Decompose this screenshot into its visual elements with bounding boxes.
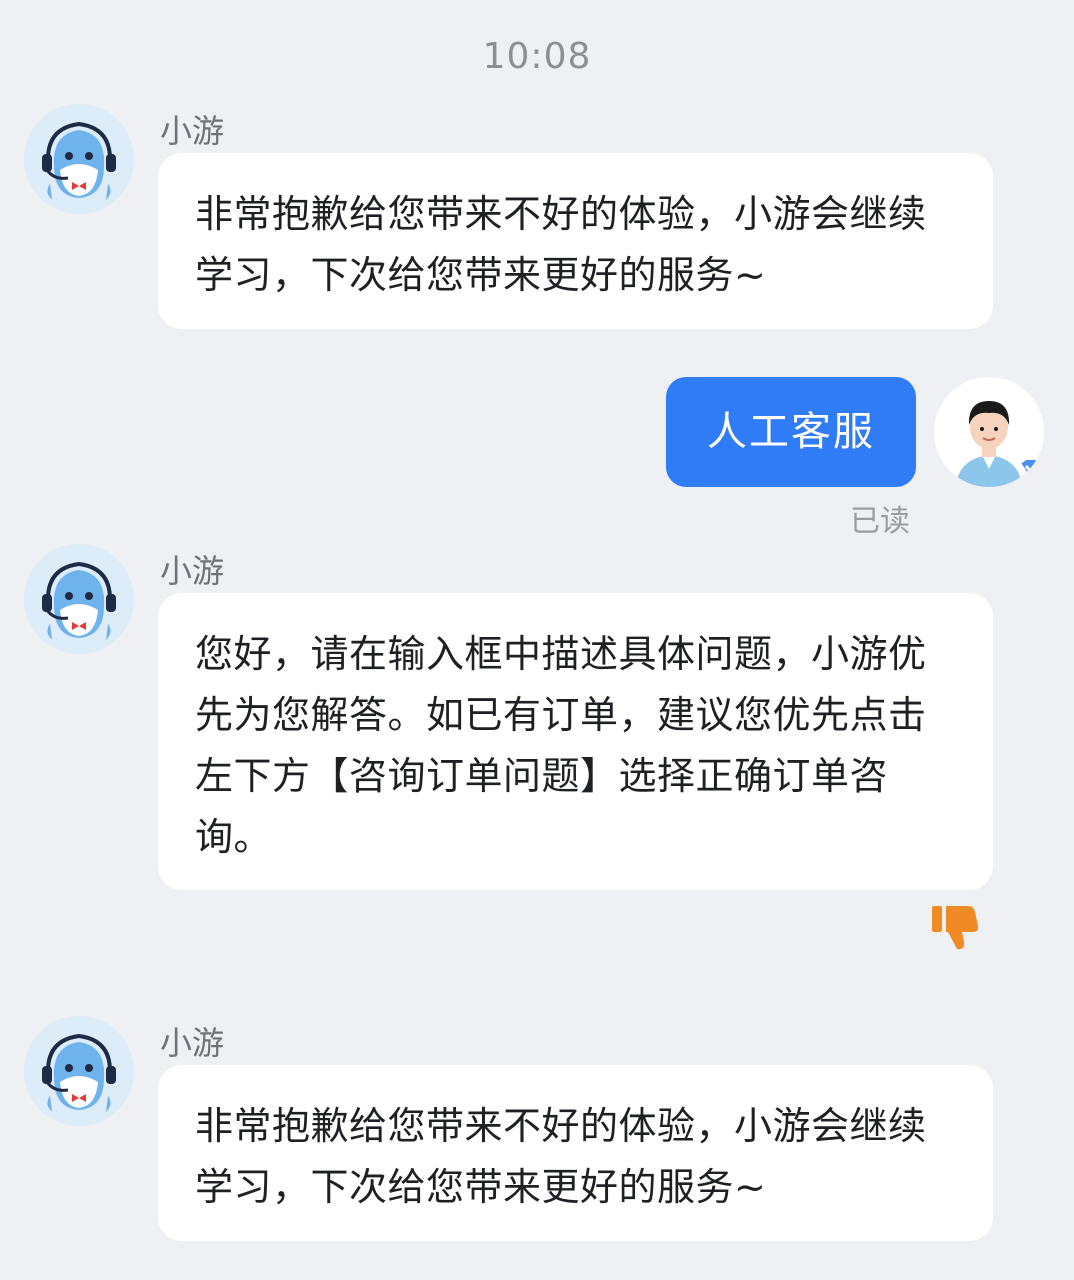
dolphin-avatar-icon	[24, 544, 134, 654]
user-message-bubble[interactable]: 人工客服	[666, 377, 916, 487]
chat-screen: 10:08 小游 非常抱歉给您带来不好的体验，小游会继续学习，下次给您带来更好的…	[0, 0, 1074, 1280]
sender-name: 小游	[160, 1024, 225, 1062]
bot-avatar[interactable]	[24, 1016, 134, 1126]
bot-avatar[interactable]	[24, 104, 134, 214]
sender-name: 小游	[160, 112, 225, 150]
user-avatar[interactable]	[934, 377, 1044, 487]
bot-message-bubble[interactable]: 非常抱歉给您带来不好的体验，小游会继续学习，下次给您带来更好的服务~	[158, 1065, 993, 1241]
bot-message-bubble[interactable]: 您好，请在输入框中描述具体问题，小游优先为您解答。如已有订单，建议您优先点击左下…	[158, 593, 993, 890]
thumbs-down-icon[interactable]	[928, 902, 980, 952]
bot-message-bubble[interactable]: 非常抱歉给您带来不好的体验，小游会继续学习，下次给您带来更好的服务~	[158, 153, 993, 329]
dolphin-avatar-icon	[24, 104, 134, 214]
message-timestamp: 10:08	[482, 36, 592, 77]
read-receipt: 已读	[850, 504, 910, 539]
bot-avatar[interactable]	[24, 544, 134, 654]
dolphin-avatar-icon	[24, 1016, 134, 1126]
verified-badge-icon	[1018, 458, 1044, 483]
sender-name: 小游	[160, 552, 225, 590]
